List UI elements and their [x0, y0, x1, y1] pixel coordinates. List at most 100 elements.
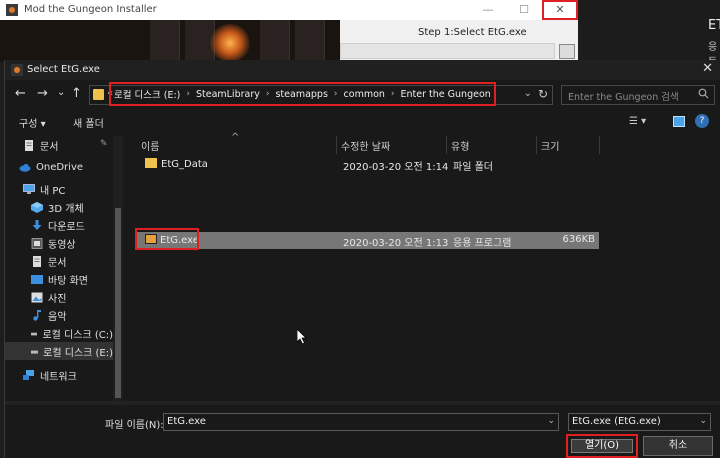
file-type: 파일 폴더 — [453, 162, 493, 173]
sidebar-item-label: 사진 — [48, 293, 67, 305]
maximize-button[interactable]: ☐ — [506, 0, 542, 20]
breadcrumb-steamlibrary[interactable]: SteamLibrary — [196, 89, 260, 100]
file-type: 응용 프로그램 — [453, 238, 512, 249]
sidebar-item-label: 내 PC — [40, 185, 66, 197]
column-date[interactable]: 수정한 날짜 — [341, 138, 390, 153]
sidebar-item-local-disk-e[interactable]: 로컬 디스크 (E:) — [5, 342, 113, 360]
sidebar-item-label: 바탕 화면 — [48, 275, 88, 287]
sidebar-item-label: 문서 — [40, 141, 59, 153]
lantern-image — [210, 24, 250, 62]
installer-close-button[interactable]: ✕ — [542, 0, 578, 20]
sidebar-item-pictures[interactable]: 사진 — [5, 288, 113, 306]
drive-icon — [31, 332, 38, 335]
dialog-footer: 파일 이름(N): EtG.exe ⌄ EtG.exe (EtG.exe) ⌄ … — [5, 405, 720, 458]
breadcrumb-separator[interactable]: › — [186, 89, 190, 99]
sidebar-item-music[interactable]: 음악 — [5, 306, 113, 324]
breadcrumb: 로컬 디스크 (E:) › SteamLibrary › steamapps ›… — [109, 82, 496, 106]
filetype-select[interactable]: EtG.exe (EtG.exe) ⌄ — [568, 413, 711, 431]
filetype-value: EtG.exe (EtG.exe) — [572, 416, 661, 427]
refresh-button[interactable]: ↻ — [538, 87, 548, 101]
sidebar-item-documents[interactable]: 문서 — [5, 252, 113, 270]
chevron-down-icon[interactable]: ⌄ — [547, 416, 555, 426]
help-icon[interactable]: ? — [695, 114, 709, 128]
preview-pane-icon[interactable] — [673, 116, 685, 127]
open-button[interactable]: 열기(O) — [571, 439, 633, 453]
table-row[interactable]: EtG_Data 2020-03-20 오전 1:14 파일 폴더 — [137, 156, 599, 173]
sidebar-item-3d-objects[interactable]: 3D 개체 — [5, 198, 113, 216]
cube-icon — [31, 201, 43, 213]
game-banner-image — [0, 20, 340, 62]
installer-titlebar: Mod the Gungeon Installer — ☐ ✕ — [0, 0, 578, 20]
browse-button[interactable] — [559, 44, 575, 59]
minimize-button[interactable]: — — [470, 0, 506, 20]
filename-value: EtG.exe — [167, 416, 206, 427]
breadcrumb-separator[interactable]: › — [266, 89, 270, 99]
sidebar-item-label: 동영상 — [48, 239, 76, 251]
installer-step-panel: Step 1:Select EtG.exe — [340, 20, 578, 62]
sidebar-item-onedrive[interactable]: OneDrive — [5, 158, 113, 176]
dialog-title: Select EtG.exe — [27, 64, 100, 75]
column-size[interactable]: 크기 — [541, 138, 559, 153]
sidebar-item-label: 문서 — [48, 257, 67, 269]
scrollbar-thumb[interactable] — [115, 208, 121, 398]
step-label: Step 1:Select EtG.exe — [418, 27, 527, 38]
document-icon — [33, 255, 41, 267]
file-list: 이름 ^ 수정한 날짜 유형 크기 EtG_Data 2020-03-20 오전… — [127, 132, 720, 401]
column-type[interactable]: 유형 — [451, 138, 469, 153]
filename-input[interactable]: EtG.exe ⌄ — [163, 413, 559, 431]
search-placeholder: Enter the Gungeon 검색 — [568, 92, 679, 103]
view-options-button[interactable]: ☰ ▾ — [629, 116, 653, 128]
dialog-close-button[interactable]: ✕ — [702, 61, 713, 76]
navigation-scrollbar[interactable] — [113, 136, 123, 401]
music-icon — [33, 309, 41, 321]
table-row[interactable]: EtG.exe 2020-03-20 오전 1:13 응용 프로그램 636KB — [137, 232, 599, 249]
download-icon — [32, 219, 42, 230]
breadcrumb-separator[interactable]: › — [334, 89, 338, 99]
sidebar-item-downloads[interactable]: 다운로드 — [5, 216, 113, 234]
open-file-dialog: Select EtG.exe ✕ ← → ⌄ ↑ « ⌄ ↻ Enter the… — [4, 60, 720, 458]
chevron-down-icon[interactable]: ⌄ — [699, 416, 707, 426]
recent-locations-button[interactable]: ⌄ — [57, 86, 65, 100]
forward-button[interactable]: → — [37, 87, 48, 101]
folder-icon — [93, 89, 104, 100]
command-bar: 구성 ▾ 새 폴더 ☰ ▾ ? — [5, 110, 720, 136]
sidebar-item-desktop[interactable]: 바탕 화면 — [5, 270, 113, 288]
pin-icon: ✎ — [100, 139, 108, 149]
network-icon — [23, 369, 34, 380]
file-name: EtG_Data — [161, 159, 208, 170]
drive-icon — [31, 350, 39, 354]
dialog-titlebar: Select EtG.exe ✕ — [5, 60, 720, 80]
breadcrumb-common[interactable]: common — [344, 89, 385, 100]
sidebar-item-label: 네트워크 — [40, 371, 77, 383]
sidebar-item-label: OneDrive — [36, 161, 84, 173]
file-date: 2020-03-20 오전 1:13 — [343, 238, 449, 249]
new-folder-button[interactable]: 새 폴더 — [73, 115, 104, 130]
picture-icon — [31, 292, 43, 302]
search-input[interactable]: Enter the Gungeon 검색 — [561, 85, 715, 105]
sidebar-item-local-disk-c[interactable]: 로컬 디스크 (C:) — [5, 324, 113, 342]
file-date: 2020-03-20 오전 1:14 — [343, 162, 449, 173]
sidebar-item-network[interactable]: 네트워크 — [5, 366, 113, 384]
up-button[interactable]: ↑ — [71, 87, 82, 101]
folder-icon — [145, 158, 157, 168]
document-icon — [25, 139, 33, 151]
video-icon — [31, 237, 43, 249]
sidebar-item-label: 로컬 디스크 (C:) — [42, 329, 113, 341]
sidebar-item-label: 음악 — [48, 311, 67, 323]
breadcrumb-enter-the-gungeon[interactable]: Enter the Gungeon — [401, 89, 491, 100]
open-button-highlight: 열기(O) — [566, 434, 638, 458]
exe-path-field[interactable] — [340, 43, 555, 59]
sidebar-item-this-pc[interactable]: 내 PC — [5, 180, 113, 198]
cancel-button[interactable]: 취소 — [643, 436, 713, 456]
back-button[interactable]: ← — [15, 87, 26, 101]
sidebar-item-documents-quick[interactable]: 문서 ✎ — [5, 136, 113, 154]
breadcrumb-drive[interactable]: 로컬 디스크 (E:) — [114, 87, 180, 101]
column-name[interactable]: 이름 — [141, 138, 159, 153]
breadcrumb-steamapps[interactable]: steamapps — [275, 89, 327, 100]
organize-button[interactable]: 구성 ▾ — [19, 115, 46, 130]
navigation-pane: 문서 ✎ OneDrive 내 PC 3D 개체 다운로드 동영상 문서 바탕 … — [5, 136, 123, 401]
sidebar-item-videos[interactable]: 동영상 — [5, 234, 113, 252]
cloud-icon — [19, 163, 31, 172]
breadcrumb-separator[interactable]: › — [391, 89, 395, 99]
address-dropdown-button[interactable]: ⌄ — [524, 88, 532, 99]
